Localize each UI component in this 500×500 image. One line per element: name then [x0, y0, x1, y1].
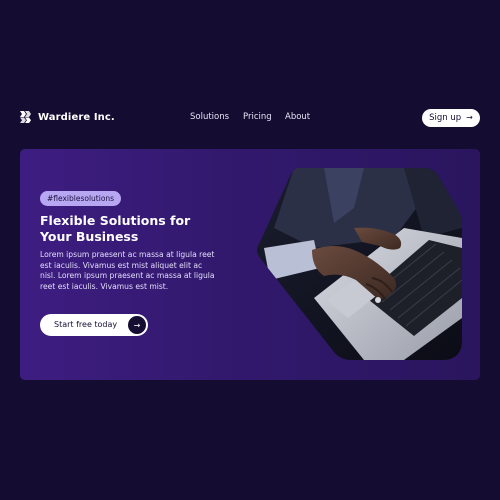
nav-item-solutions[interactable]: Solutions	[190, 112, 229, 122]
nav-item-about[interactable]: About	[285, 112, 310, 122]
start-free-label: Start free today	[54, 320, 118, 329]
arrow-right-icon: →	[466, 113, 473, 122]
arrow-right-icon: →	[128, 316, 146, 334]
nav-item-pricing[interactable]: Pricing	[243, 112, 272, 122]
signup-label: Sign up	[429, 113, 462, 123]
hashtag-badge: #flexiblesolutions	[40, 191, 122, 206]
hero-description: Lorem ipsum praesent ac massa at ligula …	[40, 250, 215, 291]
brand[interactable]: Wardiere Inc.	[20, 111, 115, 123]
hero-title-line-1: Flexible Solutions for	[40, 213, 191, 228]
signup-button[interactable]: Sign up →	[422, 109, 480, 127]
hero-card: #flexiblesolutions Flexible Solutions fo…	[20, 149, 480, 380]
hero-title: Flexible Solutions for Your Business	[40, 213, 240, 245]
laptop-typing-image	[257, 168, 462, 360]
brand-logo-icon	[20, 111, 31, 123]
navbar: Wardiere Inc. Solutions Pricing About Si…	[20, 108, 480, 130]
hero-title-line-2: Your Business	[40, 229, 139, 244]
brand-name: Wardiere Inc.	[38, 111, 115, 123]
start-free-button[interactable]: Start free today →	[40, 314, 148, 336]
